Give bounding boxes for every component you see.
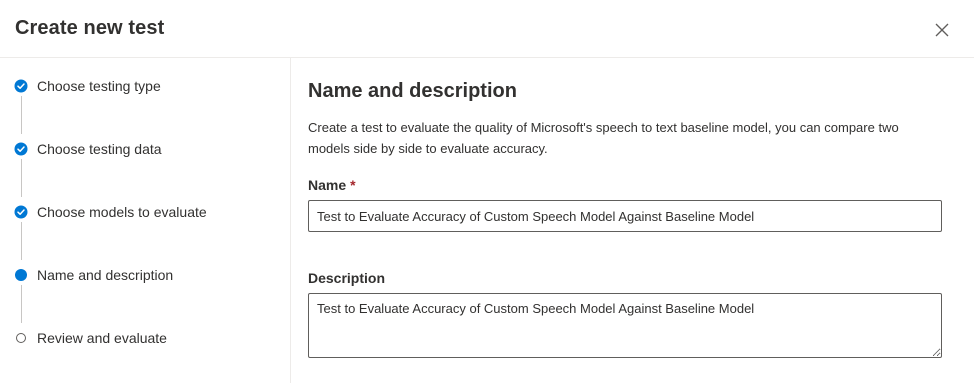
dialog-title: Create new test (15, 17, 165, 39)
close-button[interactable] (931, 19, 953, 41)
step-choose-testing-type[interactable]: Choose testing type (14, 76, 161, 96)
step-review-and-evaluate[interactable]: Review and evaluate (14, 328, 167, 348)
step-label: Choose testing data (37, 141, 162, 157)
step-choose-models[interactable]: Choose models to evaluate (14, 202, 207, 222)
close-icon (935, 23, 949, 37)
step-label: Review and evaluate (37, 330, 167, 346)
dialog-header: Create new test (0, 0, 974, 58)
wizard-steps-panel: Choose testing type Choose testing data … (0, 58, 291, 383)
step-connector (21, 159, 22, 197)
required-marker: * (350, 177, 356, 193)
current-step-dot-icon (14, 268, 28, 282)
step-label: Name and description (37, 267, 174, 283)
step-label: Choose models to evaluate (37, 204, 207, 220)
step-connector (21, 222, 22, 260)
name-label-text: Name (308, 177, 347, 193)
checkmark-circle-icon (14, 79, 28, 93)
pending-step-circle-icon (14, 331, 28, 345)
section-description: Create a test to evaluate the quality of… (308, 120, 899, 156)
checkmark-circle-icon (14, 142, 28, 156)
create-test-dialog: Create new test Choose testing type Choo… (0, 0, 974, 383)
step-choose-testing-data[interactable]: Choose testing data (14, 139, 162, 159)
step-connector (21, 285, 22, 323)
section-title: Name and description (308, 80, 517, 102)
step-connector (21, 96, 22, 134)
name-field-label: Name * (308, 177, 356, 193)
description-textarea[interactable]: Test to Evaluate Accuracy of Custom Spee… (308, 293, 942, 358)
description-field-label: Description (308, 270, 386, 286)
step-name-and-description[interactable]: Name and description (14, 265, 173, 285)
name-input[interactable] (308, 200, 942, 232)
checkmark-circle-icon (14, 205, 28, 219)
step-label: Choose testing type (37, 78, 161, 94)
